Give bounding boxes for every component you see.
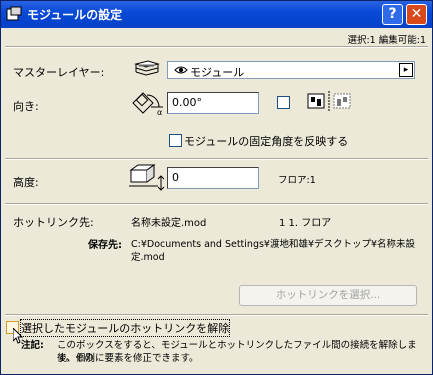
elevation-box-icon <box>128 162 166 192</box>
save-location-label: 保存先: <box>88 240 122 251</box>
layers-stack-icon <box>132 59 160 81</box>
rotation-angle-icon: α <box>129 87 167 117</box>
divider <box>5 203 428 205</box>
floor-label: フロア:1 <box>278 175 316 186</box>
divider <box>5 158 428 160</box>
dialog-settings-icon <box>6 6 22 22</box>
fixed-angle-checkbox-label[interactable]: モジュールの固定角度を反映する <box>184 133 348 149</box>
rotation-angle-input[interactable]: 0.00° <box>167 92 259 114</box>
save-path-line2: 定.mod <box>131 252 165 263</box>
break-hotlink-checkbox-label[interactable]: 選択したモジュールのホットリンクを解除 <box>19 319 231 337</box>
mirror-checkbox[interactable] <box>277 96 290 109</box>
dialog-title: モジュールの設定 <box>27 8 123 22</box>
save-path-line1: C:¥Documents and Settings¥渡地和雄¥デスクトップ¥名称… <box>131 239 416 250</box>
hotlink-file-name: 名称未設定.mod <box>131 218 207 229</box>
note-line2: 後、個別に要素を修正できます。 <box>57 353 199 364</box>
elevation-value: 0 <box>172 171 179 184</box>
rotation-angle-value: 0.00° <box>172 96 202 109</box>
master-layer-value: モジュール <box>190 66 245 79</box>
master-layer-label: マスターレイヤー: <box>13 66 105 79</box>
title-bar[interactable]: モジュールの設定 ? ✕ <box>1 1 432 28</box>
note-label: 注記: <box>21 340 44 351</box>
elevation-input[interactable]: 0 <box>167 167 259 189</box>
elevation-label: 高度: <box>13 176 39 189</box>
fixed-angle-checkbox[interactable] <box>169 134 182 147</box>
hotlink-label: ホットリンク先: <box>13 216 94 229</box>
eye-icon <box>174 65 188 75</box>
mirror-icon[interactable] <box>306 90 352 112</box>
chevron-right-icon: ▸ <box>399 63 413 77</box>
svg-text:α: α <box>157 108 162 117</box>
select-hotlink-button[interactable]: ホットリンクを選択... <box>239 285 417 306</box>
close-button[interactable]: ✕ <box>406 4 427 25</box>
hotlink-floor-info: 1 1. フロア <box>279 218 332 229</box>
master-layer-dropdown[interactable]: モジュール ▸ <box>167 61 415 79</box>
help-button[interactable]: ? <box>382 4 403 25</box>
divider <box>5 46 428 48</box>
divider <box>5 314 428 316</box>
module-settings-dialog: モジュールの設定 ? ✕ 選択:1 編集可能:1 マスターレイヤー: モジュール… <box>0 0 433 375</box>
selection-status: 選択:1 編集可能:1 <box>347 35 426 46</box>
orientation-label: 向き: <box>13 100 39 113</box>
